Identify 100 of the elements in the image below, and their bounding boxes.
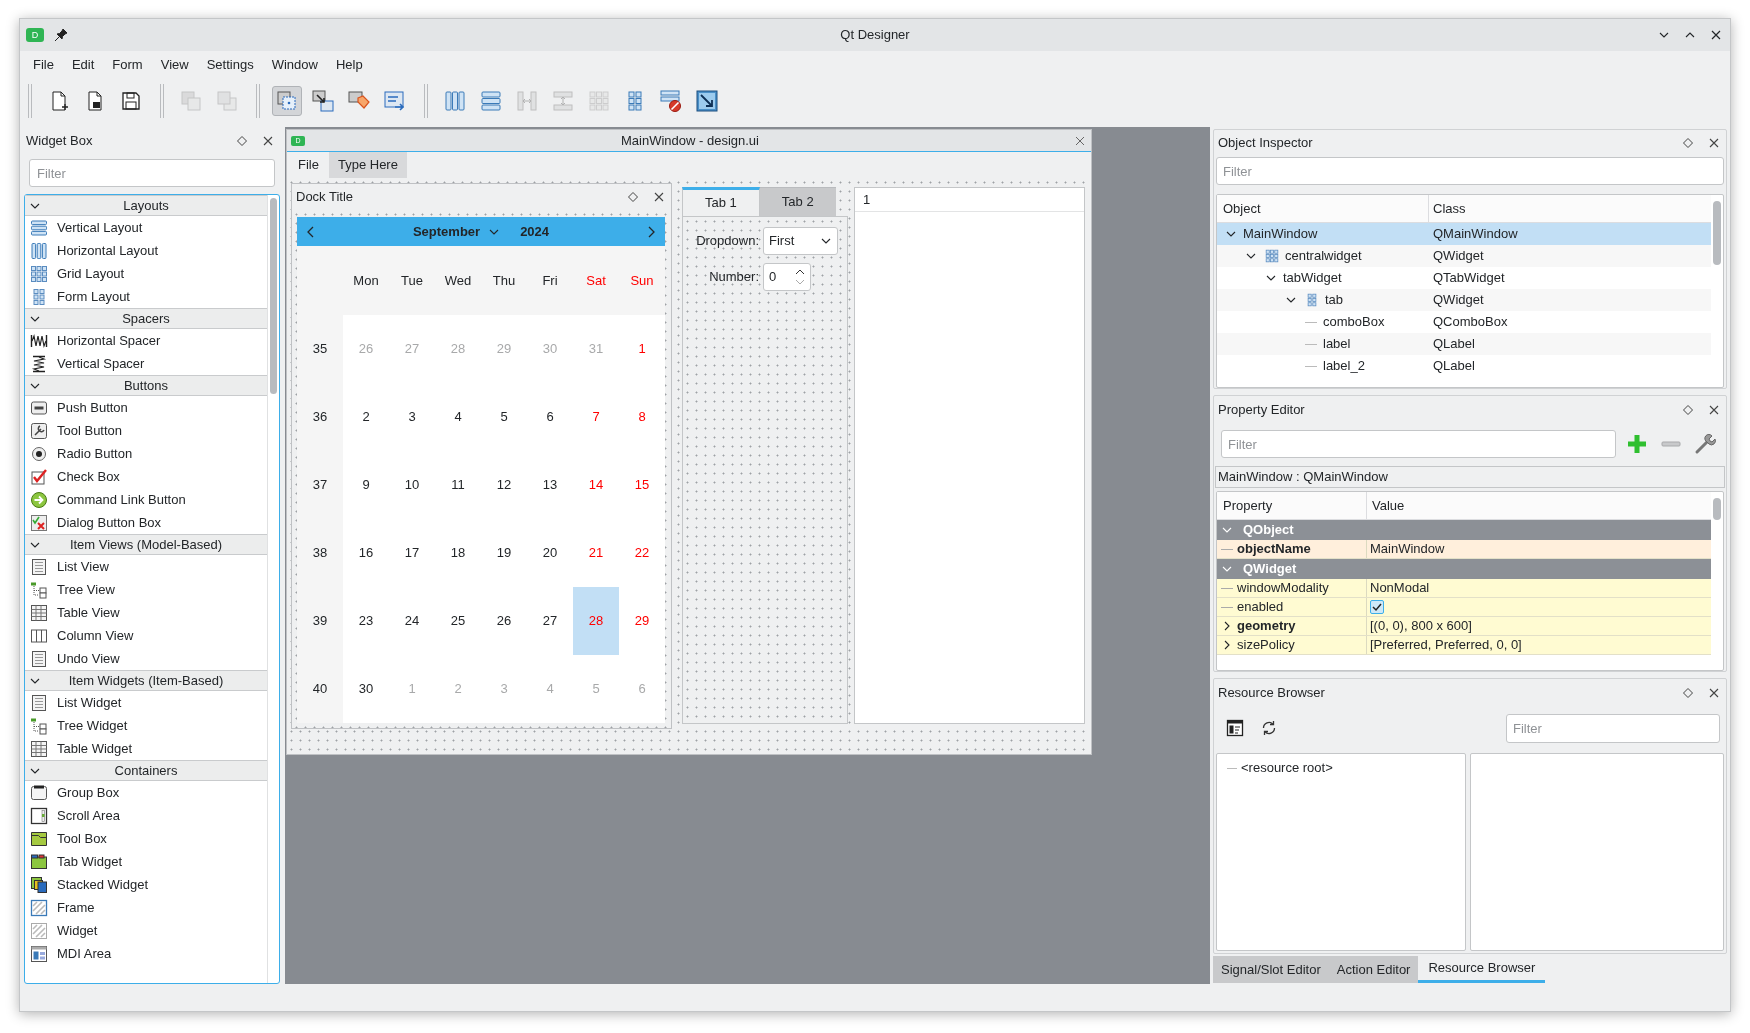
menu-item[interactable]: View	[151, 51, 198, 78]
column-header[interactable]: Property	[1217, 492, 1367, 519]
checkbox[interactable]	[1370, 600, 1384, 614]
reload-icon[interactable]	[1260, 719, 1278, 737]
year-field[interactable]: 2024	[520, 221, 550, 242]
object-name-cell-text: label	[1323, 335, 1351, 354]
week-number: 39	[297, 587, 343, 655]
column-header[interactable]: Class	[1429, 195, 1711, 222]
close-icon[interactable]	[1710, 29, 1722, 41]
grid-icon	[30, 264, 48, 283]
menu-item[interactable]: Edit	[62, 51, 104, 78]
scrollbar-thumb[interactable]	[1713, 201, 1721, 265]
widget-item[interactable]: Scroll Area	[25, 804, 267, 827]
dropdown[interactable]: First	[763, 227, 838, 255]
category-header[interactable]: Buttons	[25, 375, 267, 396]
close-icon[interactable]	[653, 191, 665, 203]
close-icon[interactable]	[262, 135, 274, 147]
menu-item[interactable]: Help	[326, 51, 372, 78]
scrollbar-thumb[interactable]	[270, 198, 277, 394]
wrench-icon[interactable]	[1694, 433, 1716, 455]
property-value[interactable]: [(0, 0), 800 x 600]	[1370, 616, 1472, 636]
filter-field[interactable]: Filter	[1506, 713, 1720, 743]
close-icon[interactable]	[1708, 687, 1720, 699]
resize-icon	[695, 89, 719, 113]
group-box-icon	[30, 783, 48, 802]
tree-row[interactable]: centralwidget QWidget	[1217, 245, 1711, 267]
widget-item[interactable]: Horizontal Layout	[25, 239, 267, 262]
widget-item[interactable]: Widget	[25, 919, 267, 942]
tree-row[interactable]: tab QWidget	[1217, 289, 1711, 311]
tab[interactable]: Signal/Slot Editor	[1213, 956, 1329, 983]
tab[interactable]: Tab 1	[682, 187, 760, 216]
widget-item[interactable]: List Widget	[25, 691, 267, 714]
category-header[interactable]: Containers	[25, 760, 267, 781]
resource-editor-icon[interactable]	[1226, 719, 1244, 737]
column-header[interactable]: Object	[1217, 195, 1429, 222]
weekday-header: Sun	[619, 246, 665, 315]
month-selector[interactable]: September	[412, 221, 501, 242]
widget-item[interactable]: Tree Widget	[25, 714, 267, 737]
tree-item[interactable]: <resource root>	[1241, 758, 1333, 778]
property-name: sizePolicy	[1237, 636, 1295, 655]
widget-item[interactable]: Tab Widget	[25, 850, 267, 873]
widget-item[interactable]: Vertical Spacer	[25, 352, 267, 375]
menu-item[interactable]: File	[290, 152, 327, 178]
hatched-frame-icon	[30, 898, 48, 917]
close-icon[interactable]	[1708, 137, 1720, 149]
spin-box[interactable]: 0	[763, 263, 811, 291]
tree-row[interactable]: label QLabel	[1217, 333, 1711, 355]
menu-item[interactable]: Form	[103, 51, 152, 78]
widget-item[interactable]: Grid Layout	[25, 262, 267, 285]
radio-icon	[30, 444, 48, 463]
category-header[interactable]: Item Views (Model-Based)	[25, 534, 267, 555]
property-name: objectName	[1237, 540, 1311, 559]
widget-item[interactable]: Command Link Button	[25, 488, 267, 511]
menu-item[interactable]: Window	[262, 51, 327, 78]
tab[interactable]: Action Editor	[1328, 956, 1419, 983]
property-value[interactable]: MainWindow	[1370, 539, 1445, 559]
property-value[interactable]: [Preferred, Preferred, 0, 0]	[1370, 635, 1522, 655]
widget-item[interactable]: Check Box	[25, 465, 267, 488]
menu-item[interactable]: Settings	[197, 51, 263, 78]
tab[interactable]: Tab 2	[759, 187, 836, 216]
widget-item[interactable]: Tool Button	[25, 419, 267, 442]
widget-item[interactable]: Column View	[25, 624, 267, 647]
widget-item[interactable]: List View	[25, 555, 267, 578]
widget-item[interactable]: Push Button	[25, 396, 267, 419]
property-value[interactable]: NonModal	[1370, 578, 1430, 598]
object-name-cell-text: label_2	[1323, 357, 1365, 376]
columns-icon	[30, 241, 48, 260]
close-icon[interactable]	[1708, 404, 1720, 416]
column-header[interactable]: Value	[1367, 492, 1711, 519]
class-name-cell-text: QComboBox	[1432, 313, 1508, 332]
widget-item[interactable]: Table View	[25, 601, 267, 624]
widget-item[interactable]: Table Widget	[25, 737, 267, 760]
widget-item[interactable]: Form Layout	[25, 285, 267, 308]
list-icon	[30, 649, 48, 668]
widget-item[interactable]: Radio Button	[25, 442, 267, 465]
filter-field[interactable]: Filter	[1216, 157, 1724, 185]
widget-item[interactable]: Undo View	[25, 647, 267, 670]
widget-item[interactable]: Vertical Layout	[25, 216, 267, 239]
category-header[interactable]: Item Widgets (Item-Based)	[25, 670, 267, 691]
pin-icon[interactable]	[54, 28, 68, 42]
menu-item[interactable]: File	[24, 51, 63, 78]
widget-item[interactable]: Group Box	[25, 781, 267, 804]
widget-item[interactable]: Dialog Button Box	[25, 511, 267, 534]
class-name-cell-text: QLabel	[1432, 335, 1475, 354]
widget-item[interactable]: Horizontal Spacer	[25, 329, 267, 352]
save-icon	[119, 89, 143, 113]
form-grid-icon	[1305, 293, 1319, 307]
tree-row[interactable]: MainWindow QMainWindow	[1217, 223, 1711, 245]
category-header[interactable]: Layouts	[25, 195, 267, 216]
widget-item[interactable]: Tree View	[25, 578, 267, 601]
widget-item[interactable]: Stacked Widget	[25, 873, 267, 896]
filter-field[interactable]: Filter	[29, 159, 275, 187]
widget-item[interactable]: MDI Area	[25, 942, 267, 965]
scrollbar-thumb[interactable]	[1713, 498, 1721, 520]
widget-item[interactable]: Tool Box	[25, 827, 267, 850]
menu-placeholder[interactable]: Type Here	[328, 152, 407, 178]
list-item[interactable]: 1	[855, 188, 1084, 212]
widget-item[interactable]: Frame	[25, 896, 267, 919]
category-header[interactable]: Spacers	[25, 308, 267, 329]
filter-field[interactable]: Filter	[1221, 430, 1616, 458]
